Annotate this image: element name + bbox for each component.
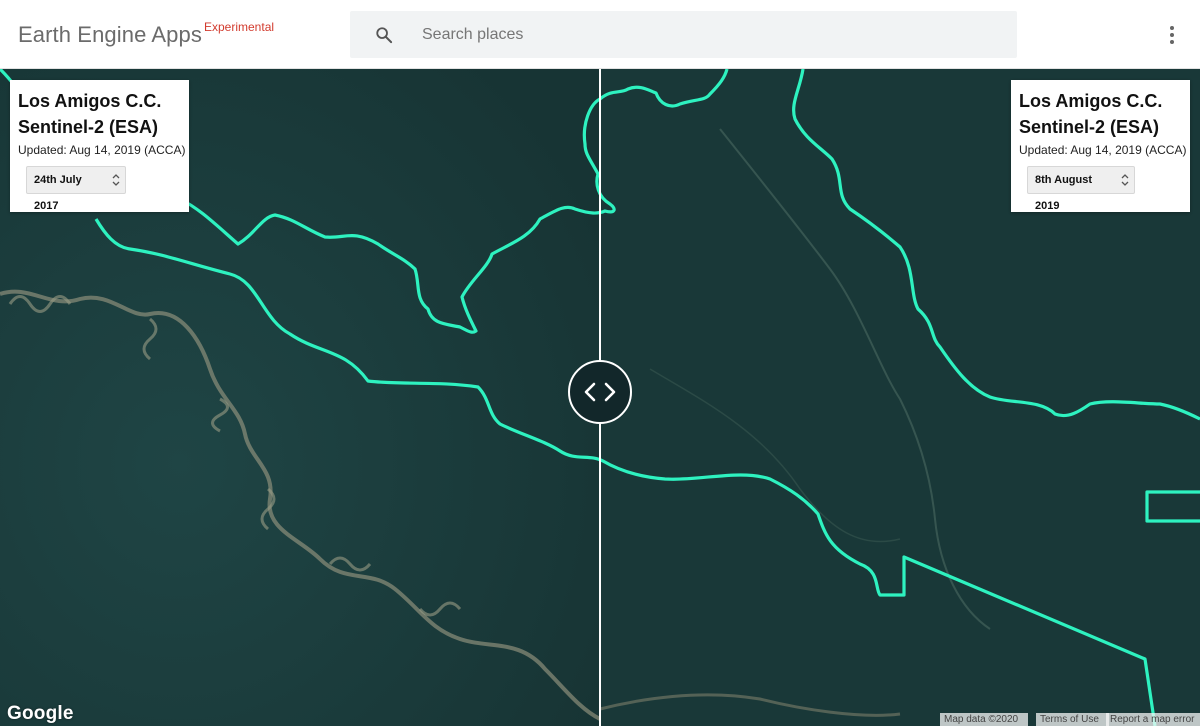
layer-subtitle: Sentinel-2 (ESA) (1019, 117, 1160, 137)
right-date-select[interactable]: 8th August 2019 (1027, 166, 1135, 212)
experimental-badge: Experimental (204, 20, 275, 34)
left-date-select[interactable]: 24th July 2017 (26, 166, 126, 212)
report-map-error-link[interactable]: Report a map error (1106, 713, 1200, 726)
app-title[interactable]: Earth Engine Apps (18, 22, 202, 48)
updated-text: Updated: Aug 14, 2019 (ACCA) (1019, 143, 1187, 157)
more-vert-icon[interactable] (1162, 24, 1182, 46)
left-layer-panel: Los Amigos C.C. Sentinel-2 (ESA) Updated… (10, 80, 189, 212)
map-data-attribution[interactable]: Map data ©2020 (940, 713, 1028, 726)
split-map-view[interactable]: Los Amigos C.C. Sentinel-2 (ESA) Updated… (0, 69, 1200, 726)
select-arrows-icon (112, 174, 120, 186)
split-slider-handle[interactable] (568, 360, 632, 424)
select-arrows-icon (1121, 174, 1129, 186)
search-bar[interactable] (350, 11, 1017, 58)
google-logo[interactable]: Google (7, 703, 74, 725)
terms-of-use-link[interactable]: Terms of Use (1036, 713, 1109, 726)
selected-date: 8th August 2019 (1035, 174, 1093, 212)
search-input[interactable] (420, 19, 984, 51)
updated-text: Updated: Aug 14, 2019 (ACCA) (18, 143, 186, 157)
app-header: Earth Engine Apps Experimental (0, 0, 1200, 69)
layer-subtitle: Sentinel-2 (ESA) (18, 117, 159, 137)
layer-title: Los Amigos C.C. (1019, 91, 1163, 111)
right-layer-panel: Los Amigos C.C. Sentinel-2 (ESA) Updated… (1011, 80, 1190, 212)
selected-date: 24th July 2017 (34, 174, 82, 212)
code-arrows-icon (584, 382, 616, 402)
search-icon[interactable] (375, 26, 393, 44)
layer-title: Los Amigos C.C. (18, 91, 162, 111)
